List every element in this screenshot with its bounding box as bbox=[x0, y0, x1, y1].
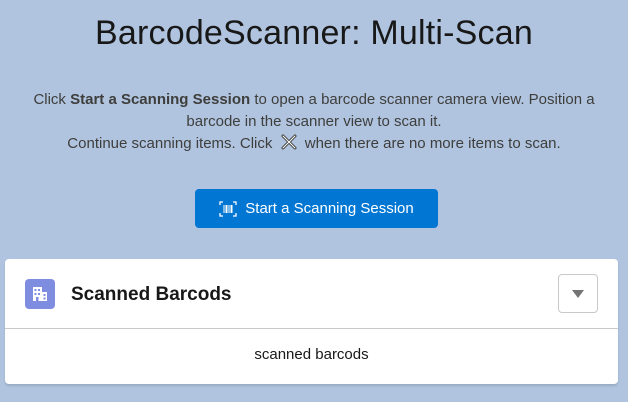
card-header: Scanned Barcods bbox=[5, 259, 618, 329]
barcode-icon bbox=[219, 200, 237, 217]
instructions-line1-prefix: Click bbox=[33, 91, 71, 108]
instructions-line2-prefix: Continue scanning items. Click bbox=[67, 135, 277, 152]
start-button-label: Start a Scanning Session bbox=[245, 200, 414, 217]
chevron-down-icon bbox=[572, 289, 584, 298]
building-icon bbox=[25, 279, 55, 309]
card-body-text: scanned barcods bbox=[254, 346, 369, 363]
start-scanning-session-button[interactable]: Start a Scanning Session bbox=[195, 189, 438, 228]
scanned-barcodes-card: Scanned Barcods scanned barcods bbox=[5, 259, 618, 384]
card-title: Scanned Barcods bbox=[71, 284, 232, 305]
close-x-icon bbox=[281, 134, 297, 150]
instructions-text: Click Start a Scanning Session to open a… bbox=[10, 89, 618, 155]
page-title: BarcodeScanner: Multi-Scan bbox=[95, 14, 533, 52]
instructions-line2-suffix: when there are no more items to scan. bbox=[300, 135, 561, 152]
instructions-line1-bold: Start a Scanning Session bbox=[70, 91, 251, 108]
card-menu-button[interactable] bbox=[558, 274, 598, 313]
